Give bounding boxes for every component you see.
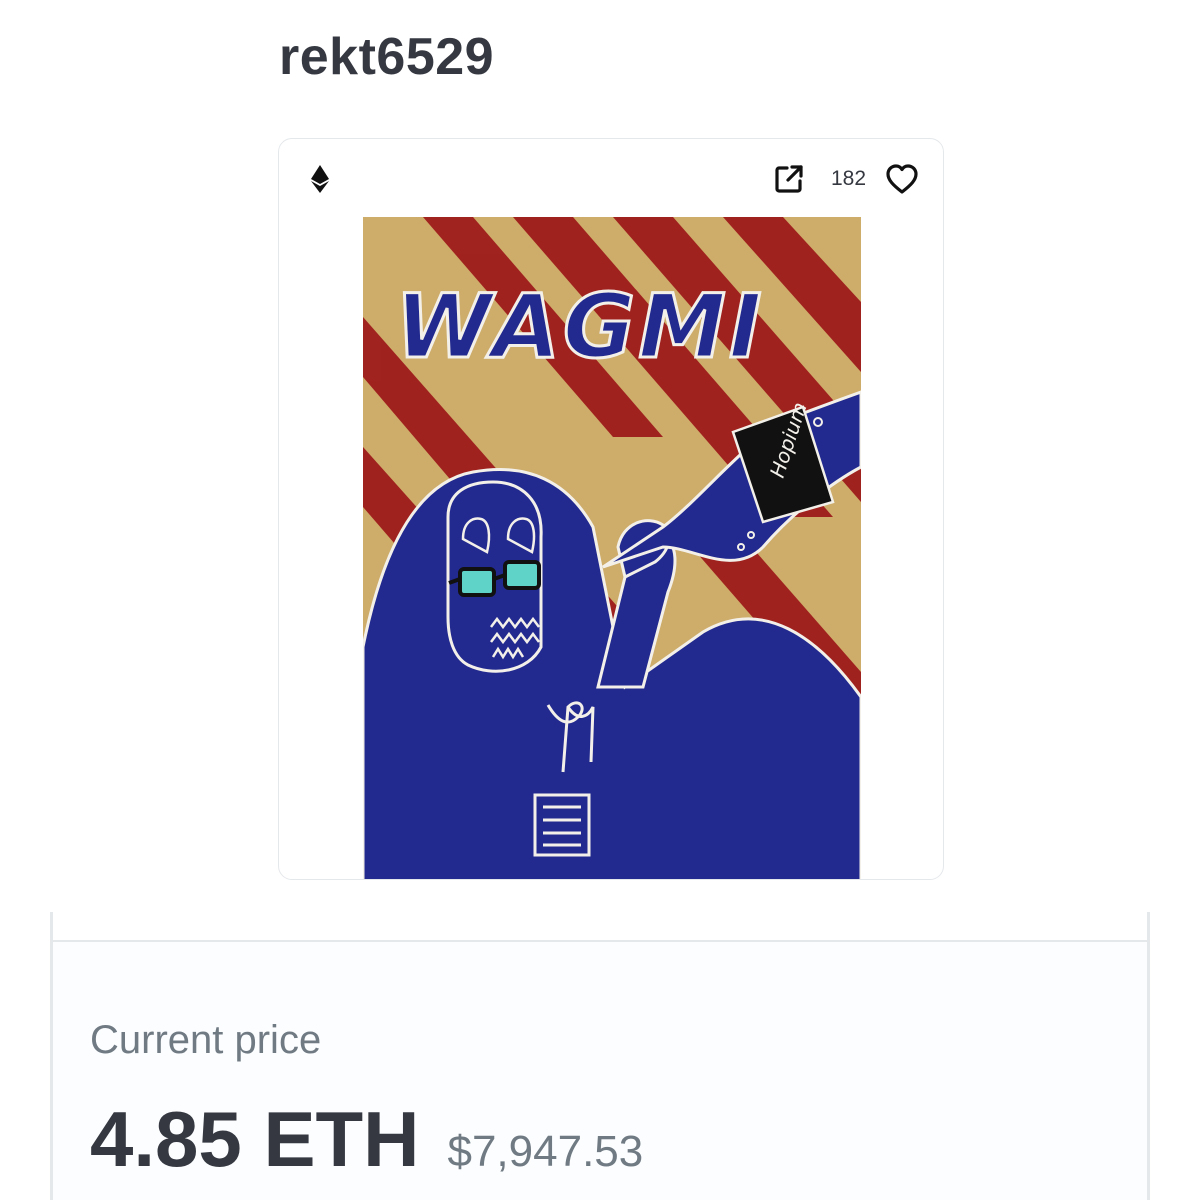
price-usd-value: $7,947.53 [447, 1127, 644, 1176]
nft-item-page: rekt6529 182 WAGMI Hopium Current price … [0, 0, 1200, 1200]
price-panel: Current price 4.85 ETH $7,947.53 [50, 912, 1150, 1200]
heart-icon[interactable] [885, 163, 919, 195]
item-title: rekt6529 [279, 28, 495, 86]
artwork-wagmi-text: WAGMI [395, 275, 765, 378]
price-panel-header [53, 912, 1147, 942]
ethereum-icon [311, 165, 329, 193]
artwork-card: 182 WAGMI Hopium [278, 138, 944, 880]
price-row: 4.85 ETH $7,947.53 [90, 1094, 643, 1184]
nft-artwork-image[interactable]: WAGMI Hopium [363, 217, 861, 880]
favorites-count: 182 [831, 167, 867, 190]
price-panel-body: Current price 4.85 ETH $7,947.53 [53, 942, 1147, 1200]
price-eth-value: 4.85 ETH [90, 1095, 420, 1183]
external-link-icon[interactable] [773, 163, 805, 195]
current-price-label: Current price [90, 1018, 322, 1062]
card-header: 182 [279, 139, 943, 217]
